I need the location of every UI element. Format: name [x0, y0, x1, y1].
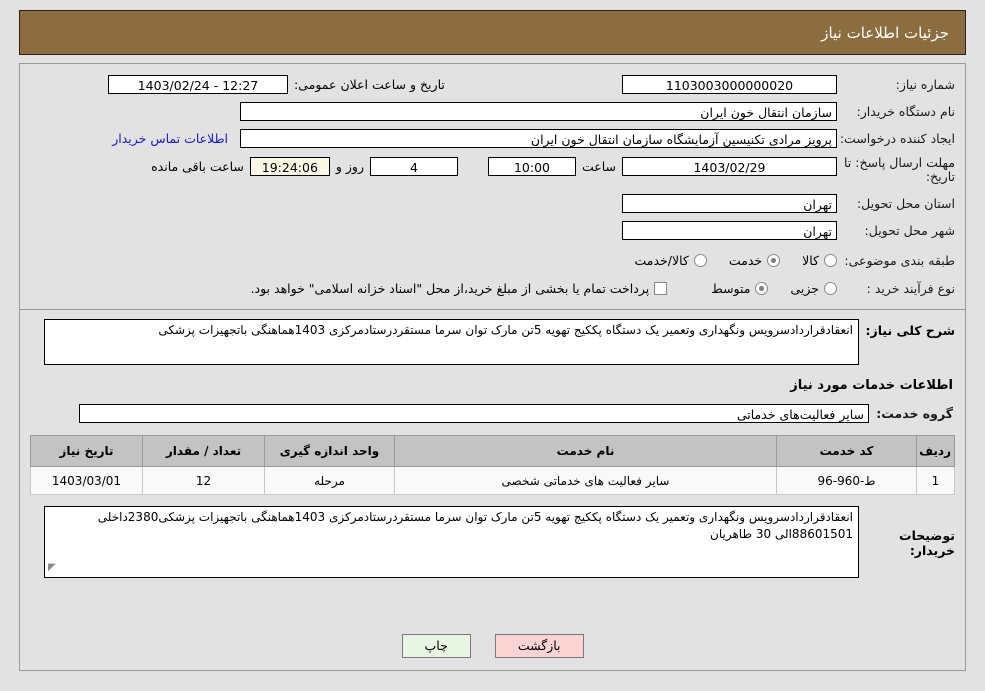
details-panel: شماره نیاز: 1103003000000020 تاریخ و ساع… — [19, 63, 966, 671]
services-table: ردیف کد خدمت نام خدمت واحد اندازه گیری ت… — [30, 435, 955, 495]
row-deadline: مهلت ارسال پاسخ: تا تاریخ: 1403/02/29 سا… — [20, 156, 965, 184]
services-table-wrap: ردیف کد خدمت نام خدمت واحد اندازه گیری ت… — [20, 435, 965, 495]
cell-service-name: سایر فعالیت های خدماتی شخصی — [394, 466, 777, 495]
classification-label: طبقه بندی موضوعی: — [844, 252, 955, 268]
city-value: تهران — [622, 221, 837, 240]
row-summary: شرح کلی نیاز: انعقادقراردادسرویس ونگهدار… — [20, 319, 965, 365]
row-need-number: شماره نیاز: 1103003000000020 تاریخ و ساع… — [20, 73, 965, 96]
deadline-countdown-value: 19:24:06 — [249, 157, 330, 176]
col-header-need-date: تاریخ نیاز — [30, 435, 143, 467]
table-row: 1 ط-960-96 سایر فعالیت های خدماتی شخصی م… — [30, 466, 955, 495]
classification-option-khedmat[interactable]: خدمت — [728, 253, 781, 268]
col-header-unit: واحد اندازه گیری — [264, 435, 395, 467]
deadline-days-suffix: روز و — [335, 159, 364, 174]
col-header-row-no: ردیف — [916, 435, 955, 467]
buyer-contact-link[interactable]: اطلاعات تماس خریدار — [112, 131, 240, 146]
classification-option-khedmat-label: خدمت — [728, 253, 763, 268]
col-header-service-name: نام خدمت — [394, 435, 777, 467]
buyer-org-label: نام دستگاه خریدار: — [856, 103, 955, 119]
province-value: تهران — [622, 194, 837, 213]
deadline-hour-value: 10:00 — [487, 157, 576, 176]
page-header: جزئیات اطلاعات نیاز — [19, 10, 966, 55]
classification-option-kala-khedmat[interactable]: کالا/خدمت — [634, 253, 707, 268]
summary-label: شرح کلی نیاز: — [865, 323, 955, 338]
buyer-notes-textarea[interactable]: انعقادقراردادسرویس ونگهداری وتعمیر یک دس… — [44, 506, 859, 578]
service-group-label: گروه خدمت: — [876, 405, 953, 421]
cell-need-date: 1403/03/01 — [30, 466, 143, 495]
announce-datetime-label: تاریخ و ساعت اعلان عمومی: — [294, 77, 445, 92]
resize-grip-icon[interactable]: ◥ — [48, 559, 56, 576]
cell-quantity: 12 — [142, 466, 265, 495]
row-requester: ایجاد کننده درخواست: پرویز مرادی تکنیسین… — [20, 127, 965, 150]
row-purchase-type: نوع فرآیند خرید : جزیی متوسط پرداخت تمام… — [20, 277, 965, 300]
row-classification: طبقه بندی موضوعی: کالا خدمت کالا/خدمت — [20, 249, 965, 272]
radio-icon-kala[interactable] — [824, 254, 837, 267]
page-root: andTen AriaTender.net جزئیات اطلاعات نیا… — [0, 0, 985, 691]
deadline-hour-label: ساعت — [581, 159, 616, 174]
table-header-row: ردیف کد خدمت نام خدمت واحد اندازه گیری ت… — [30, 435, 955, 467]
row-service-group: گروه خدمت: سایر فعالیت‌های خدماتی — [20, 402, 965, 425]
summary-textarea[interactable]: انعقادقراردادسرویس ونگهداری وتعمیر یک دس… — [44, 319, 859, 365]
requester-value: پرویز مرادی تکنیسین آزمایشگاه سازمان انت… — [240, 129, 837, 148]
divider-1 — [20, 309, 965, 310]
print-button[interactable]: چاپ — [401, 634, 471, 658]
treasury-bond-checkbox-group[interactable]: پرداخت تمام یا بخشی از مبلغ خرید،از محل … — [251, 281, 668, 296]
col-header-service-code: کد خدمت — [776, 435, 917, 467]
purchase-type-option-motevasset[interactable]: متوسط — [711, 281, 769, 296]
page-title: جزئیات اطلاعات نیاز — [821, 23, 949, 42]
row-province: استان محل تحویل: تهران — [20, 192, 965, 215]
buyer-notes-label: توضیحات خریدار: — [899, 528, 955, 558]
purchase-type-option-jozii[interactable]: جزیی — [790, 281, 837, 296]
province-label: استان محل تحویل: — [856, 195, 955, 211]
classification-option-kala-khedmat-label: کالا/خدمت — [634, 253, 689, 268]
classification-option-kala-label: کالا — [802, 253, 819, 268]
checkbox-icon-treasury-bond[interactable] — [654, 282, 668, 295]
row-city: شهر محل تحویل: تهران — [20, 219, 965, 242]
city-label: شهر محل تحویل: — [864, 222, 955, 238]
deadline-label: مهلت ارسال پاسخ: تا تاریخ: — [844, 155, 955, 184]
deadline-date-value: 1403/02/29 — [622, 157, 837, 176]
announce-datetime-value: 12:27 - 1403/02/24 — [108, 75, 288, 94]
radio-icon-jozii[interactable] — [824, 282, 837, 295]
requester-label: ایجاد کننده درخواست: — [839, 130, 955, 146]
need-number-value: 1103003000000020 — [622, 75, 837, 94]
footer-actions: بازگشت چاپ — [20, 634, 965, 658]
cell-row-no: 1 — [916, 466, 955, 495]
col-header-quantity: تعداد / مقدار — [142, 435, 265, 467]
need-number-label: شماره نیاز: — [895, 76, 955, 92]
buyer-org-value: سازمان انتقال خون ایران — [240, 102, 837, 121]
service-group-value: سایر فعالیت‌های خدماتی — [79, 404, 869, 423]
radio-icon-motevasset[interactable] — [755, 282, 769, 295]
cell-service-code: ط-960-96 — [776, 466, 917, 495]
row-buyer-notes: توضیحات خریدار: انعقادقراردادسرویس ونگهد… — [20, 506, 965, 578]
row-buyer-org: نام دستگاه خریدار: سازمان انتقال خون ایر… — [20, 100, 965, 123]
cell-unit: مرحله — [264, 466, 395, 495]
purchase-type-option-motevasset-label: متوسط — [711, 281, 751, 296]
back-button[interactable]: بازگشت — [494, 634, 584, 658]
deadline-days-value: 4 — [369, 157, 458, 176]
radio-icon-kala-khedmat[interactable] — [693, 254, 707, 267]
treasury-bond-checkbox-label: پرداخت تمام یا بخشی از مبلغ خرید،از محل … — [250, 281, 650, 296]
classification-option-kala[interactable]: کالا — [802, 253, 837, 268]
purchase-type-label: نوع فرآیند خرید : — [866, 280, 955, 296]
deadline-countdown-suffix: ساعت باقی مانده — [151, 159, 244, 174]
purchase-type-option-jozii-label: جزیی — [790, 281, 819, 296]
services-section-title: اطلاعات خدمات مورد نیاز — [790, 378, 953, 393]
radio-icon-khedmat[interactable] — [767, 254, 781, 267]
buyer-notes-value: انعقادقراردادسرویس ونگهداری وتعمیر یک دس… — [97, 510, 853, 541]
